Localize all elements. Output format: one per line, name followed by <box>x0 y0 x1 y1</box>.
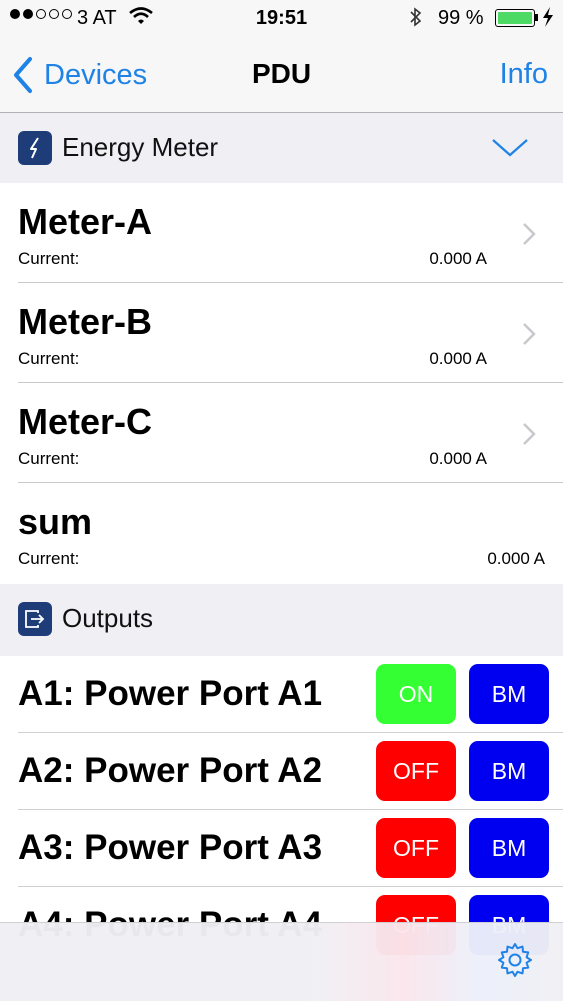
current-value: 0.000 A <box>429 449 487 468</box>
meter-name: Meter-A <box>18 201 153 242</box>
chevron-down-icon[interactable] <box>490 133 530 166</box>
current-label: Current: <box>18 449 80 468</box>
status-bar: 3 AT 19:51 99 % <box>0 0 563 36</box>
battery-icon <box>495 9 535 27</box>
current-label: Current: <box>18 549 80 568</box>
outputs-header: Outputs <box>0 584 563 656</box>
current-value: 0.000 A <box>429 349 487 368</box>
port-a2-off-button[interactable]: OFF <box>376 741 456 801</box>
meter-name: sum <box>18 501 93 542</box>
exit-icon <box>18 602 52 636</box>
bluetooth-icon <box>408 5 424 35</box>
section-label: Outputs <box>62 603 154 633</box>
port-name: A3: Power Port A3 <box>18 828 323 867</box>
port-a3-bm-button[interactable]: BM <box>469 818 549 878</box>
meter-row-c[interactable]: Meter-C Current: 0.000 A <box>0 383 563 483</box>
current-label: Current: <box>18 349 80 368</box>
output-row-a1: A1: Power Port A1 ON BM <box>0 656 563 733</box>
battery-percent: 99 % <box>438 7 484 29</box>
current-value: 0.000 A <box>429 249 487 268</box>
section-label: Energy Meter <box>62 132 219 162</box>
page-title: PDU <box>251 58 312 89</box>
gear-icon[interactable] <box>496 941 534 984</box>
port-name: A2: Power Port A2 <box>18 751 323 790</box>
meter-row-sum: sum Current: 0.000 A <box>0 483 563 583</box>
bolt-icon <box>18 131 52 165</box>
chevron-right-icon <box>520 221 538 252</box>
navigation-bar: Devices PDU Info <box>0 36 563 113</box>
port-a1-bm-button[interactable]: BM <box>469 664 549 724</box>
output-row-a3: A3: Power Port A3 OFF BM <box>0 810 563 887</box>
meter-row-a[interactable]: Meter-A Current: 0.000 A <box>0 183 563 283</box>
charging-icon <box>541 6 555 34</box>
meter-row-b[interactable]: Meter-B Current: 0.000 A <box>0 283 563 383</box>
bottom-toolbar <box>0 922 563 1001</box>
meter-name: Meter-B <box>18 301 153 342</box>
output-row-a2: A2: Power Port A2 OFF BM <box>0 733 563 810</box>
port-a2-bm-button[interactable]: BM <box>469 741 549 801</box>
current-label: Current: <box>18 249 80 268</box>
port-a1-on-button[interactable]: ON <box>376 664 456 724</box>
port-name: A1: Power Port A1 <box>18 674 323 713</box>
energy-meter-header[interactable]: Energy Meter <box>0 113 563 183</box>
meter-name: Meter-C <box>18 401 153 442</box>
chevron-right-icon <box>520 321 538 352</box>
port-a3-off-button[interactable]: OFF <box>376 818 456 878</box>
info-button[interactable]: Info <box>500 58 548 91</box>
chevron-right-icon <box>520 421 538 452</box>
current-value: 0.000 A <box>487 549 545 568</box>
